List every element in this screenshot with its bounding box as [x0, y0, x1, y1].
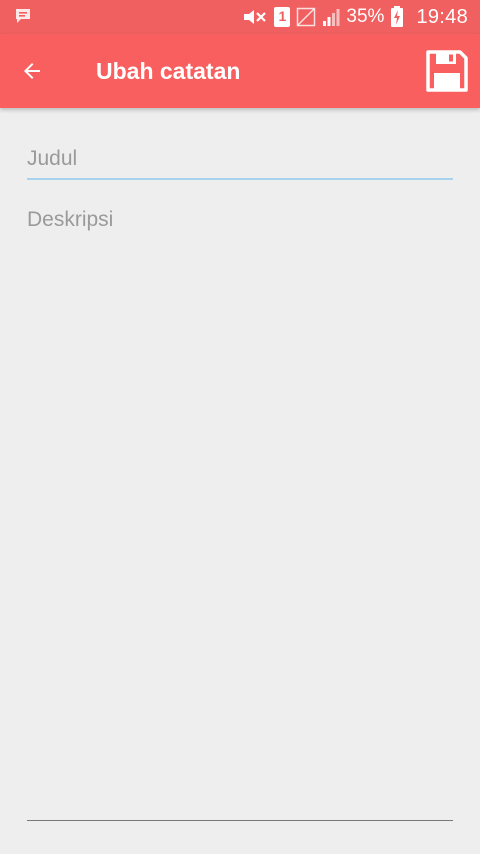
- charging-battery-icon: [391, 6, 404, 27]
- no-signal-icon: [297, 7, 316, 27]
- edit-note-screen: 1 35% 19:48 Ubah catatan Judul Deskripsi: [0, 0, 480, 854]
- page-title: Ubah catatan: [96, 58, 241, 84]
- signal-icon: [323, 9, 340, 26]
- description-input[interactable]: [27, 204, 453, 821]
- back-button[interactable]: [14, 53, 50, 89]
- mute-icon: [244, 10, 267, 24]
- title-input[interactable]: [27, 140, 453, 180]
- battery-percent: 35%: [346, 6, 385, 27]
- status-icons: 1 35% 19:48: [242, 0, 468, 34]
- status-bar: 1 35% 19:48: [0, 0, 480, 34]
- app-bar: Ubah catatan: [0, 34, 480, 108]
- floppy-save-icon: [426, 50, 468, 92]
- sim-icon: 1: [274, 7, 291, 27]
- arrow-back-icon: [24, 63, 40, 79]
- sim-slot-label: 1: [278, 8, 287, 24]
- message-notification-icon: [16, 9, 30, 23]
- status-time: 19:48: [416, 5, 468, 28]
- save-button[interactable]: [424, 48, 470, 94]
